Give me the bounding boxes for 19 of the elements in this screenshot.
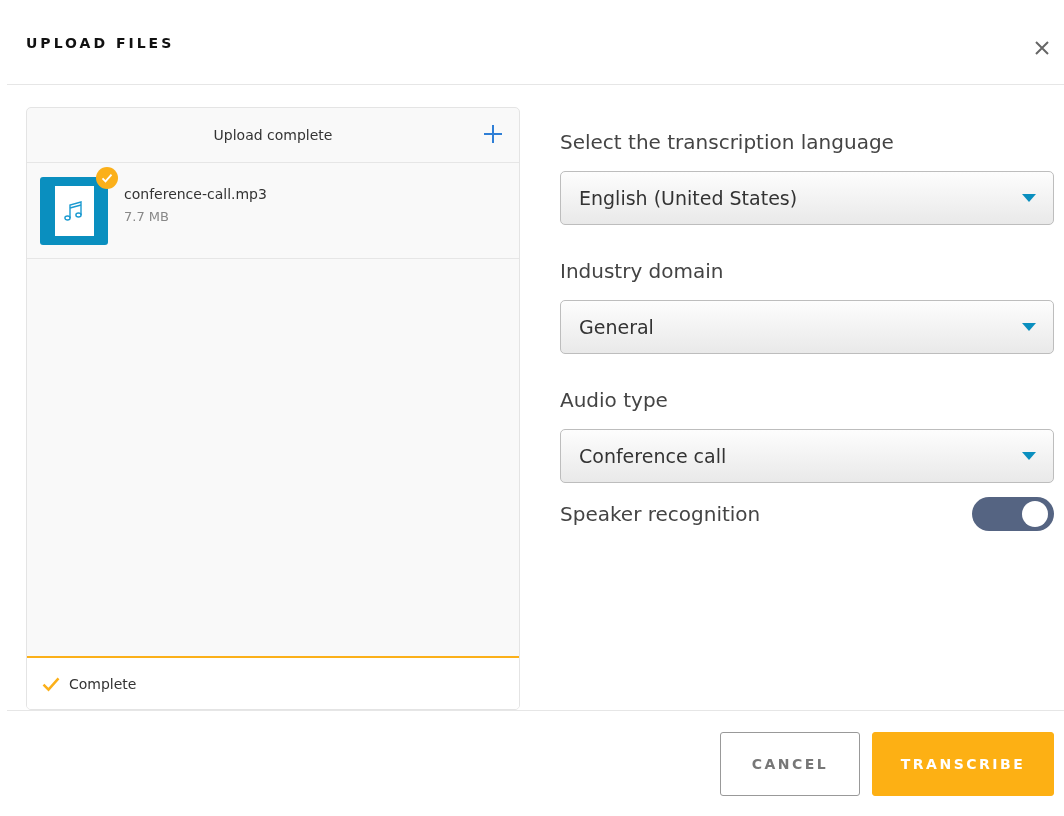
cancel-button[interactable]: CANCEL (720, 732, 860, 796)
toggle-switch[interactable] (972, 497, 1054, 531)
file-name: conference-call.mp3 (124, 185, 267, 202)
dialog-title: UPLOAD FILES (26, 35, 175, 51)
caret-icon (1022, 452, 1036, 460)
caret-icon (1022, 194, 1036, 202)
dropdown-select[interactable]: General (560, 300, 1054, 354)
dropdown-select[interactable]: Conference call (560, 429, 1054, 483)
field-label: Industry domain (560, 259, 725, 283)
progress-label: Complete (69, 675, 137, 692)
add-file-button[interactable] (483, 124, 503, 144)
field-label: Speaker recognition (560, 502, 761, 526)
music-note-icon (64, 199, 84, 222)
field-label: Select the transcription language (560, 130, 895, 154)
field-label: Audio type (560, 388, 669, 412)
caret-icon (1022, 323, 1036, 331)
file-size: 7.7 MB (124, 208, 170, 224)
upload-status: Upload complete (213, 127, 333, 143)
dropdown-select[interactable]: English (United States) (560, 171, 1054, 225)
